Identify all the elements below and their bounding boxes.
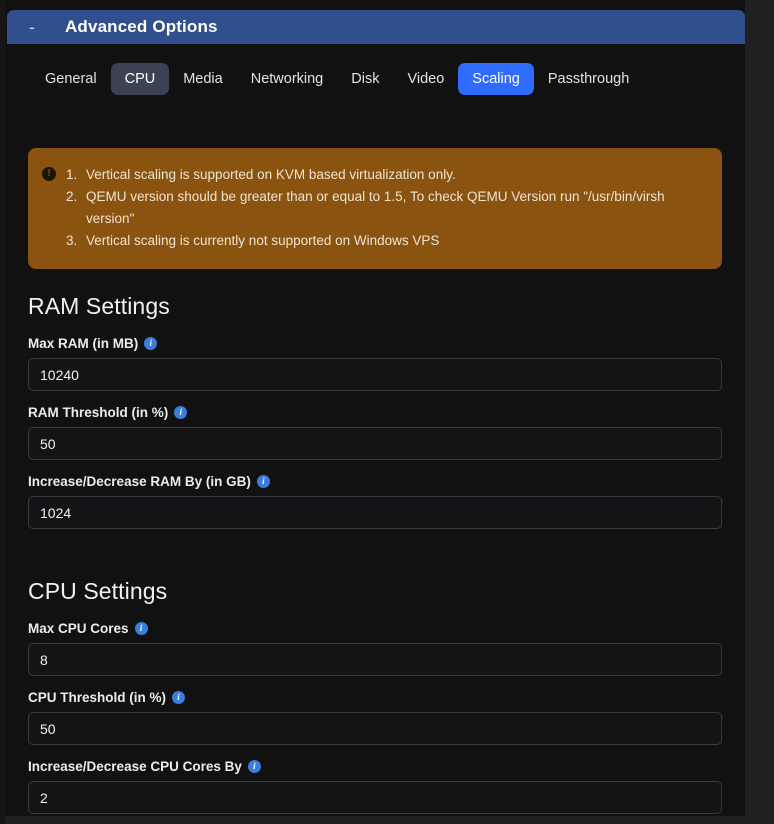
settings-content: ! Vertical scaling is supported on KVM b… xyxy=(5,108,745,824)
label-text: Increase/Decrease CPU Cores By xyxy=(28,759,242,775)
label-text: RAM Threshold (in %) xyxy=(28,405,169,421)
settings-tabbar: General CPU Media Networking Disk Video … xyxy=(5,58,745,100)
collapse-toggle-icon[interactable]: - xyxy=(21,19,43,36)
page-title: Advanced Options xyxy=(65,17,218,36)
field-label-max-cpu-cores: Max CPU Cores i xyxy=(28,621,722,636)
info-icon[interactable]: i xyxy=(172,691,185,705)
field-label-ram-step: Increase/Decrease RAM By (in GB) i xyxy=(28,474,722,489)
label-text: CPU Threshold (in %) xyxy=(28,690,166,706)
ram-step-input[interactable] xyxy=(28,496,722,530)
label-text: Increase/Decrease RAM By (in GB) xyxy=(28,474,251,490)
field-max-cpu-cores: Max CPU Cores i xyxy=(28,621,722,677)
exclamation-circle-icon: ! xyxy=(42,167,56,181)
tab-video[interactable]: Video xyxy=(393,63,458,96)
cpu-settings-section: CPU Settings Max CPU Cores i CPU Thresho… xyxy=(28,578,722,815)
label-text: Max RAM (in MB) xyxy=(28,336,139,352)
advanced-options-page: - Advanced Options General CPU Media Net… xyxy=(0,0,774,824)
field-label-cpu-threshold: CPU Threshold (in %) i xyxy=(28,690,722,705)
cpu-threshold-input[interactable] xyxy=(28,712,722,746)
info-icon[interactable]: i xyxy=(247,760,261,774)
tab-media[interactable]: Media xyxy=(169,63,237,96)
label-text: Max CPU Cores xyxy=(28,621,129,637)
scaling-notice-alert: ! Vertical scaling is supported on KVM b… xyxy=(28,148,722,270)
alert-note: Vertical scaling is currently not suppor… xyxy=(66,230,440,252)
field-cpu-threshold: CPU Threshold (in %) i xyxy=(28,690,722,746)
alert-notes-list: Vertical scaling is supported on KVM bas… xyxy=(64,164,706,251)
tab-scaling[interactable]: Scaling xyxy=(458,62,534,96)
field-label-ram-threshold: RAM Threshold (in %) i xyxy=(28,405,722,420)
tab-cpu[interactable]: CPU xyxy=(110,62,170,96)
field-label-max-ram: Max RAM (in MB) i xyxy=(28,336,722,351)
ram-settings-section: RAM Settings Max RAM (in MB) i RAM Thres… xyxy=(28,293,722,530)
advanced-options-header[interactable]: - Advanced Options xyxy=(7,10,745,44)
field-cpu-step: Increase/Decrease CPU Cores By i xyxy=(28,759,722,815)
info-icon[interactable]: i xyxy=(144,337,158,351)
alert-note: Vertical scaling is supported on KVM bas… xyxy=(66,164,456,186)
field-label-cpu-step: Increase/Decrease CPU Cores By i xyxy=(28,759,722,774)
field-max-ram: Max RAM (in MB) i xyxy=(28,336,722,392)
field-ram-threshold: RAM Threshold (in %) i xyxy=(28,405,722,461)
field-ram-step: Increase/Decrease RAM By (in GB) i xyxy=(28,474,722,530)
max-cpu-cores-input[interactable] xyxy=(28,643,722,677)
ram-settings-title: RAM Settings xyxy=(28,293,170,320)
tab-general[interactable]: General xyxy=(31,63,111,96)
alert-note: QEMU version should be greater than or e… xyxy=(66,186,665,226)
info-icon[interactable]: i xyxy=(134,622,148,636)
tab-passthrough[interactable]: Passthrough xyxy=(534,63,643,96)
ram-threshold-input[interactable] xyxy=(28,427,722,461)
cpu-step-input[interactable] xyxy=(28,781,722,815)
tab-disk[interactable]: Disk xyxy=(337,63,393,96)
cpu-settings-title: CPU Settings xyxy=(28,578,168,605)
tab-networking[interactable]: Networking xyxy=(237,63,338,96)
info-icon[interactable]: i xyxy=(256,475,270,489)
max-ram-input[interactable] xyxy=(28,358,722,392)
info-icon[interactable]: i xyxy=(174,406,188,420)
